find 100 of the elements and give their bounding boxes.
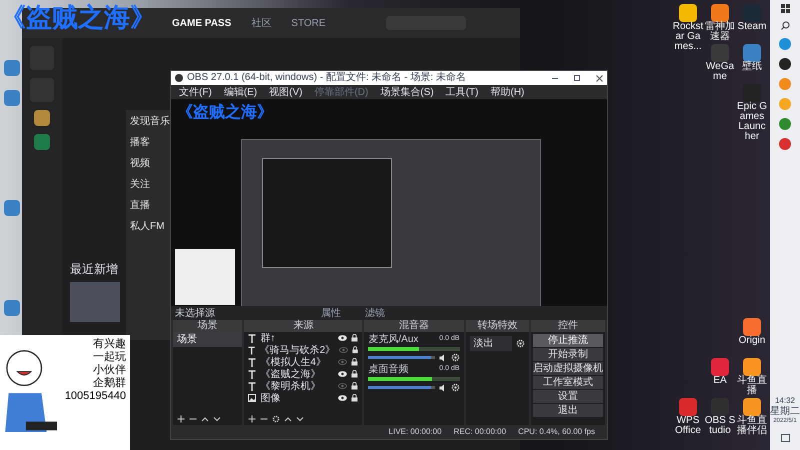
shortcut-label: 斗鱼直播	[736, 376, 768, 396]
lock-icon[interactable]	[351, 334, 358, 342]
toolbar-button[interactable]: 滤镜	[361, 306, 389, 320]
sidebar-item[interactable]: 视频	[130, 156, 166, 171]
speaker-icon[interactable]	[438, 354, 447, 362]
scene-item[interactable]: 场景	[173, 332, 242, 347]
dock-title: 混音器	[364, 320, 464, 332]
app-shortcut-icon[interactable]	[679, 4, 697, 22]
control-button[interactable]: 启动虚拟摄像机	[533, 362, 603, 375]
source-item[interactable]: 群↑	[260, 330, 334, 346]
control-button[interactable]: 设置	[533, 390, 603, 403]
app-shortcut-icon[interactable]	[743, 358, 761, 376]
lock-icon[interactable]	[352, 346, 358, 354]
source-item[interactable]: 《模拟人生4》	[260, 354, 334, 370]
windows-logo-icon[interactable]	[780, 4, 790, 13]
shortcut-label: Origin	[738, 336, 766, 346]
overlay-title: 《盗贼之海》	[177, 102, 273, 123]
shortcut-label: EA	[713, 376, 727, 386]
notification-icon[interactable]	[780, 434, 790, 442]
shortcut-label: Epic Games Launcher	[736, 102, 768, 142]
shortcut-label: 斗鱼直播伴侣	[736, 416, 768, 436]
control-button[interactable]: 停止推流	[533, 334, 603, 347]
sticker-text: 一起玩	[93, 351, 126, 364]
plus-icon[interactable]	[177, 414, 185, 422]
sticker-text: 有兴趣	[93, 338, 126, 351]
eye-closed-icon[interactable]	[338, 359, 348, 365]
menu-item[interactable]: 文件(F)	[179, 84, 212, 100]
nav-tab[interactable]: 社区	[251, 16, 272, 30]
channel-name: 麦克风/Aux	[368, 334, 418, 345]
dock-title: 场景	[173, 320, 242, 332]
image-icon	[248, 394, 256, 402]
source-item[interactable]: 《盗贼之海》	[260, 366, 334, 382]
search-icon[interactable]	[780, 21, 790, 30]
rec-status: REC: 00:00:00	[454, 426, 506, 438]
sidebar-item[interactable]: 播客	[130, 135, 166, 150]
sticker-text: 企鹅群	[93, 377, 126, 390]
sidebar-item[interactable]: 私人FM	[130, 219, 166, 234]
shortcut-label: 雷神加速器	[704, 22, 736, 42]
nav-tab[interactable]: STORE	[291, 16, 326, 30]
game-icon[interactable]	[34, 134, 50, 150]
gear-icon[interactable]	[516, 339, 525, 348]
down-chevron-icon[interactable]	[213, 414, 221, 422]
dock-title: 转场特效	[466, 320, 529, 332]
menu-item[interactable]: 场景集合(S)	[380, 84, 434, 100]
transition-select[interactable]: 淡出	[470, 336, 512, 351]
desktop-shortcut-icon[interactable]	[4, 300, 20, 316]
control-button[interactable]: 工作室模式	[533, 376, 603, 389]
toolbar-button[interactable]: 属性	[317, 306, 345, 320]
up-chevron-icon[interactable]	[201, 414, 209, 422]
taskbar-app-icon[interactable]	[779, 58, 791, 70]
source-item[interactable]: 《黎明杀机》	[260, 378, 334, 394]
app-shortcut-icon[interactable]	[743, 318, 761, 336]
eye-closed-icon[interactable]	[339, 347, 348, 353]
sidebar-item[interactable]: 关注	[130, 177, 166, 192]
gear-icon[interactable]	[272, 414, 280, 422]
menu-item[interactable]: 编辑(E)	[224, 84, 258, 100]
app-shortcut-icon[interactable]	[711, 4, 729, 22]
menu-item[interactable]: 工具(T)	[446, 84, 478, 100]
close-icon[interactable]	[596, 74, 603, 82]
menu-item[interactable]: 帮助(H)	[490, 84, 524, 100]
control-button[interactable]: 退出	[533, 404, 603, 417]
gear-icon[interactable]	[450, 383, 460, 392]
eye-icon[interactable]	[338, 371, 348, 377]
lock-icon[interactable]	[351, 394, 358, 402]
up-chevron-icon[interactable]	[284, 414, 292, 422]
desktop-shortcut-icon[interactable]	[4, 90, 20, 106]
lock-icon[interactable]	[351, 358, 358, 366]
eye-icon[interactable]	[338, 395, 348, 401]
eye-icon[interactable]	[338, 335, 348, 341]
dock-title: 来源	[244, 320, 362, 332]
text-icon	[248, 346, 256, 354]
text-icon	[248, 358, 256, 366]
app-shortcut-icon[interactable]	[743, 44, 761, 62]
window-title: OBS 27.0.1 (64-bit, windows) - 配置文件: 未命名 - 场景: 未命名	[187, 72, 466, 84]
menu-item[interactable]: 视图(V)	[269, 84, 302, 100]
eye-closed-icon[interactable]	[338, 383, 348, 389]
lock-icon[interactable]	[351, 370, 358, 378]
shortcut-label: 壁纸	[742, 62, 762, 72]
app-shortcut-icon[interactable]	[743, 398, 761, 416]
maximize-icon[interactable]	[574, 75, 580, 81]
dock-title: 控件	[531, 320, 605, 332]
nav-tab[interactable]: GAME PASS	[172, 16, 232, 30]
speaker-icon[interactable]	[438, 384, 447, 392]
desktop-shortcut-icon[interactable]	[4, 200, 20, 216]
source-item[interactable]: 图像	[260, 390, 334, 406]
gear-icon[interactable]	[450, 353, 460, 362]
live-status: LIVE: 00:00:00	[388, 426, 442, 438]
game-icon[interactable]	[34, 110, 50, 126]
lock-icon[interactable]	[351, 382, 358, 390]
section-heading: 最近新增	[70, 261, 119, 278]
control-button[interactable]: 开始录制	[533, 348, 603, 361]
text-icon	[248, 370, 256, 378]
sticker-text: 1005195440	[64, 390, 126, 403]
source-item[interactable]: 《骑马与砍杀2》	[260, 342, 336, 358]
plus-icon[interactable]	[248, 414, 256, 422]
text-icon	[248, 382, 256, 390]
sidebar-item[interactable]: 直播	[130, 198, 166, 213]
desktop-shortcut-icon[interactable]	[4, 60, 20, 76]
down-chevron-icon[interactable]	[296, 414, 304, 422]
shortcut-label: Steam	[738, 22, 766, 32]
